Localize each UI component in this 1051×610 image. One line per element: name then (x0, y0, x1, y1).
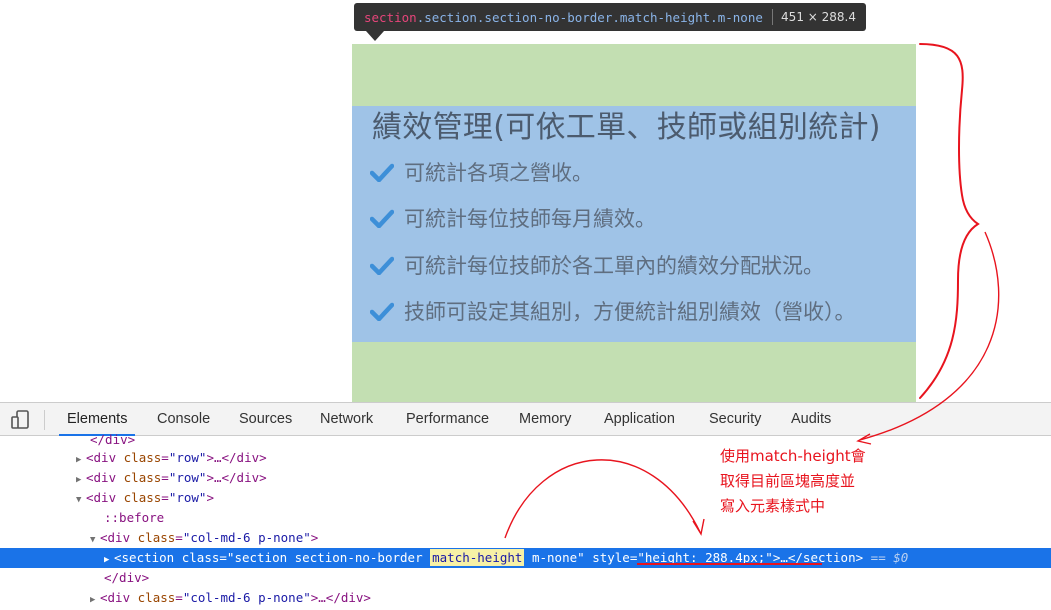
dom-attr-name: class (124, 470, 162, 485)
dom-tag: <div (86, 470, 116, 485)
dom-tag: <section (114, 550, 174, 565)
match-height-highlight: match-height (430, 549, 524, 566)
dom-attr-value: "row" (169, 490, 207, 505)
annotation-note: 使用match-height會 取得目前區塊高度並 寫入元素樣式中 (720, 444, 866, 519)
tooltip-arrow (366, 31, 384, 41)
tooltip-size: 451 × 288.4 (781, 10, 856, 24)
expand-triangle-icon[interactable]: ▶ (76, 470, 86, 490)
annotation-line: 取得目前區塊高度並 (720, 469, 866, 494)
feature-text: 可統計每位技師於各工單內的績效分配狀況。 (404, 250, 824, 280)
annotation-line: 寫入元素樣式中 (720, 494, 866, 519)
dom-tag: >…</div> (206, 450, 266, 465)
dom-attr-name: class (124, 490, 162, 505)
annotation-line: 使用match-height會 (720, 444, 866, 469)
dom-tag: </div> (90, 432, 135, 447)
dom-attr-name: class (138, 530, 176, 545)
dom-node-pseudo-before[interactable]: ::before (0, 508, 1051, 528)
section-title: 績效管理(可依工單、技師或組別統計) (372, 102, 881, 146)
section-margin-bottom (352, 342, 916, 402)
check-icon (370, 208, 394, 228)
check-icon (370, 162, 394, 182)
feature-text: 技師可設定其組別，方便統計組別績效（營收）。 (404, 296, 856, 326)
section-margin-top (352, 44, 916, 106)
dom-attr-value: "row" (169, 450, 207, 465)
tooltip-tag: section (364, 10, 417, 25)
dom-tag: <div (100, 530, 130, 545)
dom-attr-name: class (182, 550, 220, 565)
expand-triangle-icon[interactable]: ▶ (90, 590, 100, 610)
dom-tag: > (311, 530, 319, 545)
element-tooltip: section.section.section-no-border.match-… (354, 3, 866, 31)
dom-attr-value: "row" (169, 470, 207, 485)
dom-tag: </div> (104, 570, 149, 585)
dom-tag: > (206, 490, 214, 505)
dom-tag: <div (86, 490, 116, 505)
check-icon (370, 255, 394, 275)
feature-item: 可統計每位技師於各工單內的績效分配狀況。 (370, 250, 824, 280)
dom-attr-value: "section section-no-border (227, 550, 430, 565)
dom-pseudo: ::before (104, 510, 164, 525)
toolbar-divider (44, 410, 45, 430)
dom-tag: >…</section> (773, 550, 863, 565)
dom-attr-value: "col-md-6 p-none" (183, 530, 311, 545)
dom-style-attr-value: "height: 288.4px;" (637, 550, 772, 565)
feature-item: 技師可設定其組別，方便統計組別績效（營收）。 (370, 296, 856, 326)
tooltip-classes: .section.section-no-border.match-height.… (417, 10, 763, 25)
dom-node-row[interactable]: ▶<div class="row">…</div> (0, 468, 1051, 488)
dom-tag: >…</div> (206, 470, 266, 485)
dom-node-col[interactable]: ▶<div class="col-md-6 p-none">…</div> (0, 588, 1051, 608)
dom-node-close-div[interactable]: </div> (0, 430, 1051, 450)
dom-node-row[interactable]: ▶<div class="row">…</div> (0, 448, 1051, 468)
check-icon (370, 301, 394, 321)
console-ref: == $0 (871, 550, 909, 565)
expand-triangle-icon[interactable]: ▶ (76, 450, 86, 470)
dom-attr-name: class (124, 450, 162, 465)
feature-item: 可統計各項之營收。 (370, 157, 593, 187)
annotation-brace (920, 44, 978, 398)
dom-node-close-div[interactable]: </div> (0, 568, 1051, 588)
collapse-triangle-icon[interactable]: ▼ (76, 490, 86, 510)
collapse-triangle-icon[interactable]: ▼ (90, 530, 100, 550)
feature-item: 可統計每位技師每月績效。 (370, 203, 656, 233)
feature-text: 可統計每位技師每月績效。 (404, 203, 656, 233)
dom-style-attr-name: style (592, 550, 630, 565)
dom-node-row-expanded[interactable]: ▼<div class="row"> (0, 488, 1051, 508)
dom-attr-value: m-none" (524, 550, 584, 565)
dom-tag: <div (86, 450, 116, 465)
feature-text: 可統計各項之營收。 (404, 157, 593, 187)
dom-node-col[interactable]: ▼<div class="col-md-6 p-none"> (0, 528, 1051, 548)
device-toolbar-icon[interactable] (10, 410, 32, 430)
dom-node-section-selected[interactable]: ▶<section class="section section-no-bord… (0, 548, 1051, 568)
expand-triangle-icon[interactable]: ▶ (104, 550, 114, 570)
